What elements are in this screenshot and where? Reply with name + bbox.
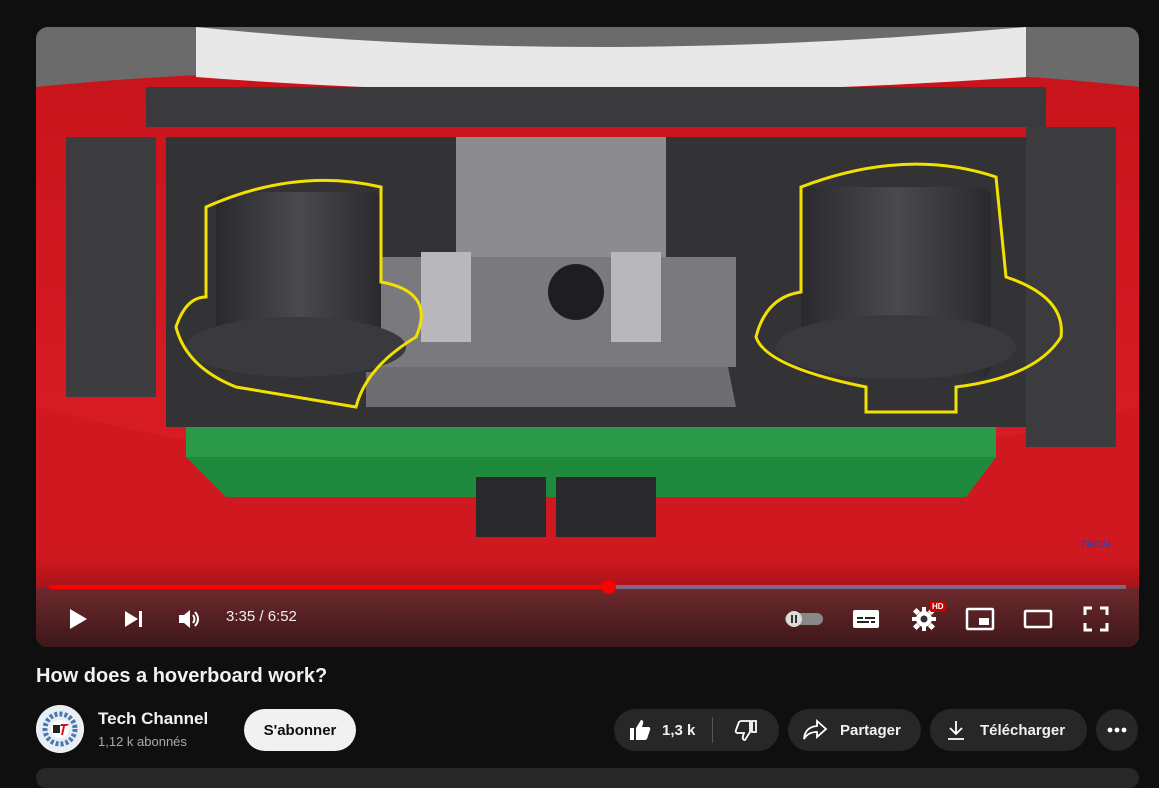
download-button[interactable]: Télécharger [930,709,1087,751]
mute-button[interactable] [174,601,206,637]
like-button[interactable]: 1,3 k [614,709,695,751]
video-frame [36,27,1139,647]
like-dislike-group: 1,3 k [614,709,779,751]
download-icon [944,718,968,742]
download-label: Télécharger [980,721,1066,739]
subscriber-count: 1,12 k abonnés [98,734,187,749]
thumbs-up-icon [630,720,651,740]
channel-avatar[interactable] [36,705,84,753]
subtitles-icon [853,610,879,628]
theater-mode-icon [1023,609,1053,629]
more-actions-button[interactable] [1096,709,1138,751]
play-icon [70,609,87,629]
next-button[interactable] [120,601,148,637]
theater-mode-button[interactable] [1020,601,1056,637]
share-button[interactable]: Partager [788,709,921,751]
hd-badge: HD [930,601,946,612]
video-player[interactable]: TECH 3:35 / 6:52 HD [36,27,1139,647]
dislike-button[interactable] [713,709,779,751]
channel-logo-icon [36,705,84,753]
autoplay-toggle-icon [785,611,823,627]
played-bar [49,585,610,589]
share-label: Partager [840,721,901,739]
miniplayer-icon [965,607,995,631]
share-icon [802,719,828,741]
subtitles-button[interactable] [848,601,884,637]
time-display: 3:35 / 6:52 [226,608,297,625]
like-count: 1,3 k [662,721,696,739]
scrubber-handle[interactable] [602,580,617,594]
next-icon [125,611,142,627]
channel-watermark: TECH [1080,539,1110,551]
channel-name[interactable]: Tech Channel [98,709,208,729]
fullscreen-icon [1083,606,1109,632]
subscribe-button[interactable]: S'abonner [244,709,356,751]
volume-icon [179,610,199,628]
more-icon [1107,727,1127,733]
autoplay-toggle[interactable] [782,601,826,637]
miniplayer-button[interactable] [962,601,998,637]
description-box[interactable] [36,768,1139,788]
video-title: How does a hoverboard work? [36,665,328,687]
progress-bar[interactable] [49,580,1126,594]
play-button[interactable] [64,601,92,637]
thumbs-down-icon [734,720,758,741]
fullscreen-button[interactable] [1078,601,1114,637]
